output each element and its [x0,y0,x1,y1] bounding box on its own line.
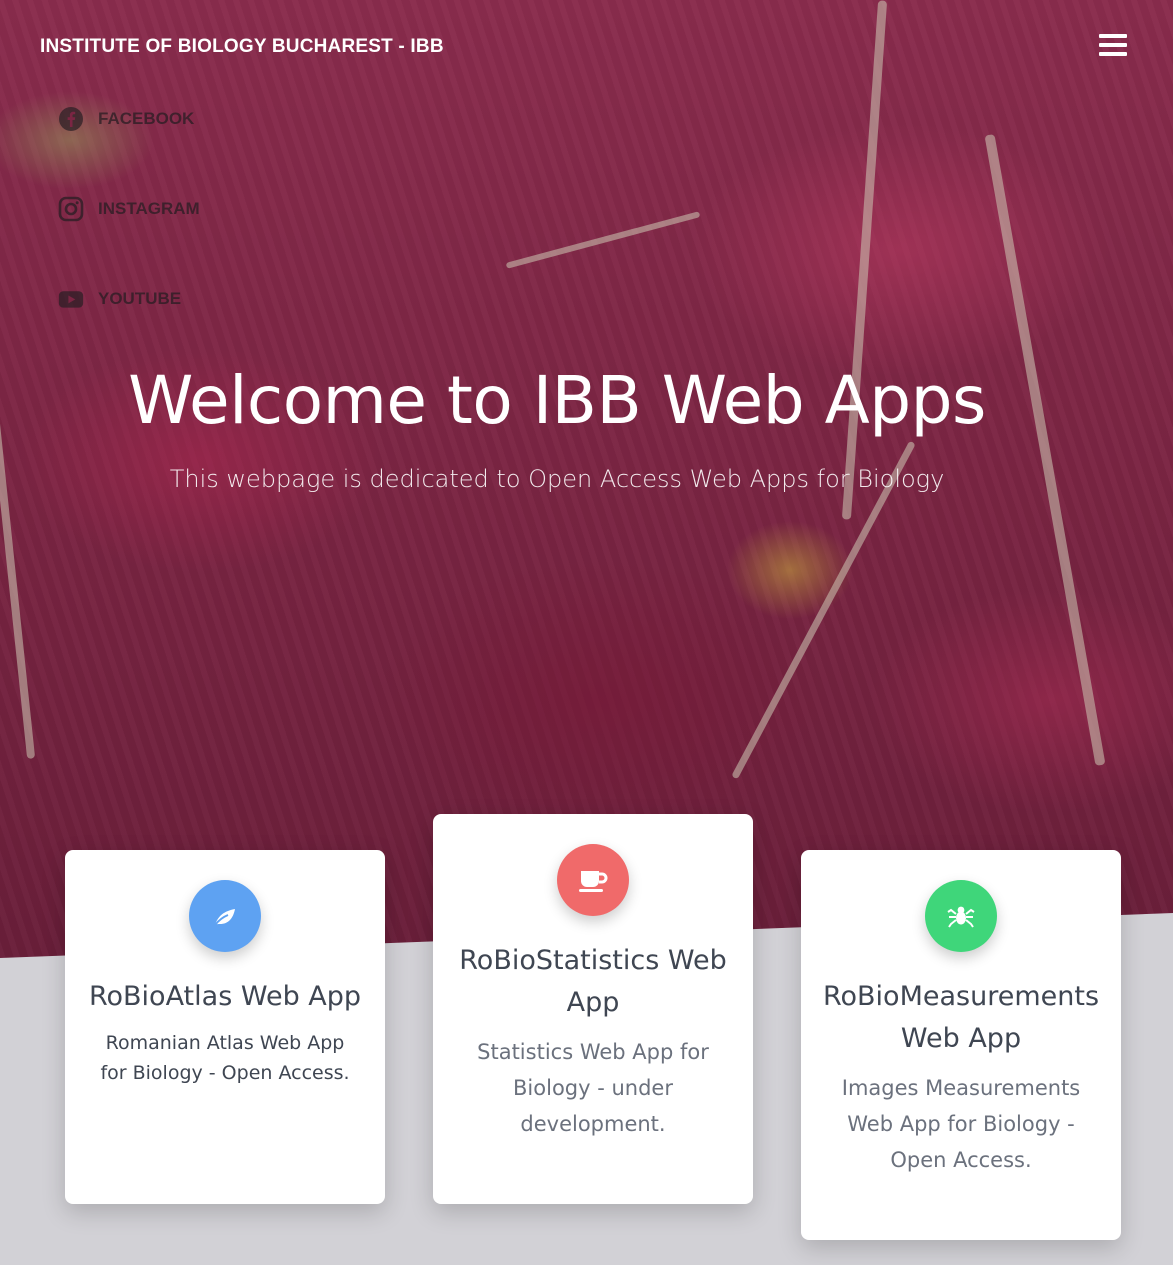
decorative-stem [984,133,1106,767]
card-robiomeasurements[interactable]: RoBioMeasurements Web App Images Measure… [801,850,1121,1240]
coffee-cup-icon [557,844,629,916]
spider-icon [925,880,997,952]
social-label-youtube: YOUTUBE [98,289,182,308]
social-link-youtube[interactable]: YOUTUBE [58,286,181,312]
card-title: RoBioMeasurements Web App [822,981,1100,1054]
hamburger-menu-icon[interactable] [1099,34,1127,58]
youtube-icon [58,286,84,312]
instagram-icon [58,196,84,222]
card-description: Images Measurements Web App for Biology … [841,1076,1081,1172]
site-title[interactable]: INSTITUTE OF BIOLOGY BUCHAREST - IBB [40,36,444,58]
card-description: Romanian Atlas Web App for Biology - Ope… [100,1032,350,1084]
hero-subtitle: This webpage is dedicated to Open Access… [169,465,945,493]
card-title: RoBioStatistics Web App [459,945,727,1018]
social-label-instagram: INSTAGRAM [98,199,200,218]
social-link-instagram[interactable]: INSTAGRAM [58,196,200,222]
card-robioatlas[interactable]: RoBioAtlas Web App Romanian Atlas Web Ap… [65,850,385,1204]
card-description: Statistics Web App for Biology - under d… [477,1040,709,1136]
social-label-facebook: FACEBOOK [98,109,195,128]
facebook-icon [58,106,84,132]
social-link-facebook[interactable]: FACEBOOK [58,106,194,132]
decorative-stem [841,0,888,520]
card-title: RoBioAtlas Web App [88,981,362,1012]
hero-title: Welcome to IBB Web Apps [128,362,986,439]
card-robiostatistics[interactable]: RoBioStatistics Web App Statistics Web A… [433,814,753,1204]
decorative-stem [0,241,36,759]
leaf-icon [189,880,261,952]
decorative-stem [505,211,701,269]
